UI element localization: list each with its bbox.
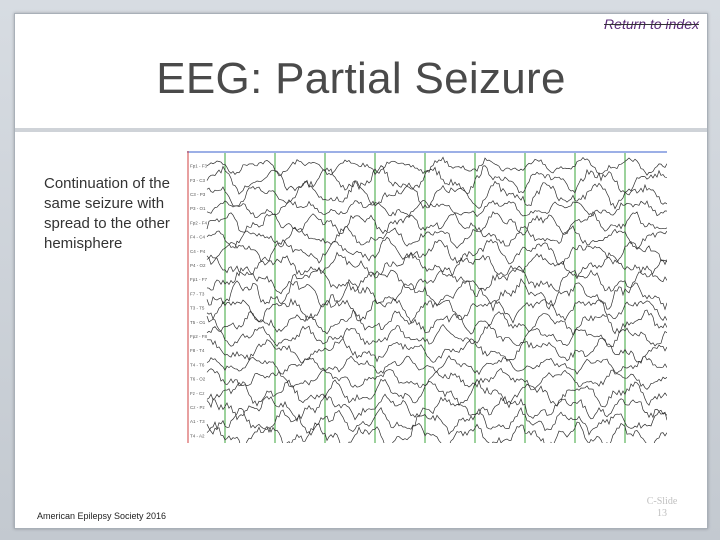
eeg-recording-image: Fp1 - F3 F3 - C3 C3 - P3 P3 - O1 Fp2 - F4 F4 … <box>187 151 667 443</box>
eeg-channel-label: F3 - C3 <box>190 178 206 183</box>
eeg-channel-label: T4 - A2 <box>190 433 205 438</box>
eeg-channel-label: C4 - P4 <box>190 249 206 254</box>
eeg-channel-label: T4 - T6 <box>190 362 205 367</box>
eeg-channel-label: Fz - Cz <box>190 391 205 396</box>
slide-number-label: C-Slide <box>646 496 678 507</box>
eeg-channel-label: Fp1 - F3 <box>190 164 208 169</box>
footer-credit: American Epilepsy Society 2016 <box>37 511 167 521</box>
eeg-channel-label: Fp1 - F7 <box>190 277 208 282</box>
eeg-channel-label: A1 - T3 <box>190 419 205 424</box>
title-divider <box>15 128 707 132</box>
eeg-channel-label: P3 - O1 <box>190 206 206 211</box>
return-to-index-link[interactable]: Return to index <box>604 16 699 32</box>
eeg-channel-label: T3 - T5 <box>190 306 205 311</box>
slide-number: C-Slide 13 <box>642 496 682 520</box>
slide-background: Return to index EEG: Partial Seizure Con… <box>0 0 720 540</box>
eeg-channel-label: F8 - T4 <box>190 348 205 353</box>
eeg-channel-label: F7 - T3 <box>190 291 205 296</box>
eeg-channel-label: Cz - Pz <box>190 405 206 410</box>
slide-title: EEG: Partial Seizure <box>156 54 566 103</box>
eeg-channel-label: T6 - O2 <box>190 377 206 382</box>
slide: Return to index EEG: Partial Seizure Con… <box>14 13 708 529</box>
slide-body-text: Continuation of the same seizure with sp… <box>44 175 170 252</box>
eeg-background <box>187 151 667 443</box>
slide-number-value: 13 <box>657 508 667 519</box>
eeg-channel-label: Fp2 - F4 <box>190 220 208 225</box>
eeg-channel-label: T5 - O1 <box>190 320 206 325</box>
eeg-channel-label: P4 - O2 <box>190 263 206 268</box>
eeg-channel-label: C3 - P3 <box>190 192 206 197</box>
eeg-channel-label: F4 - C4 <box>190 235 206 240</box>
eeg-channel-label: Fp2 - F8 <box>190 334 208 339</box>
